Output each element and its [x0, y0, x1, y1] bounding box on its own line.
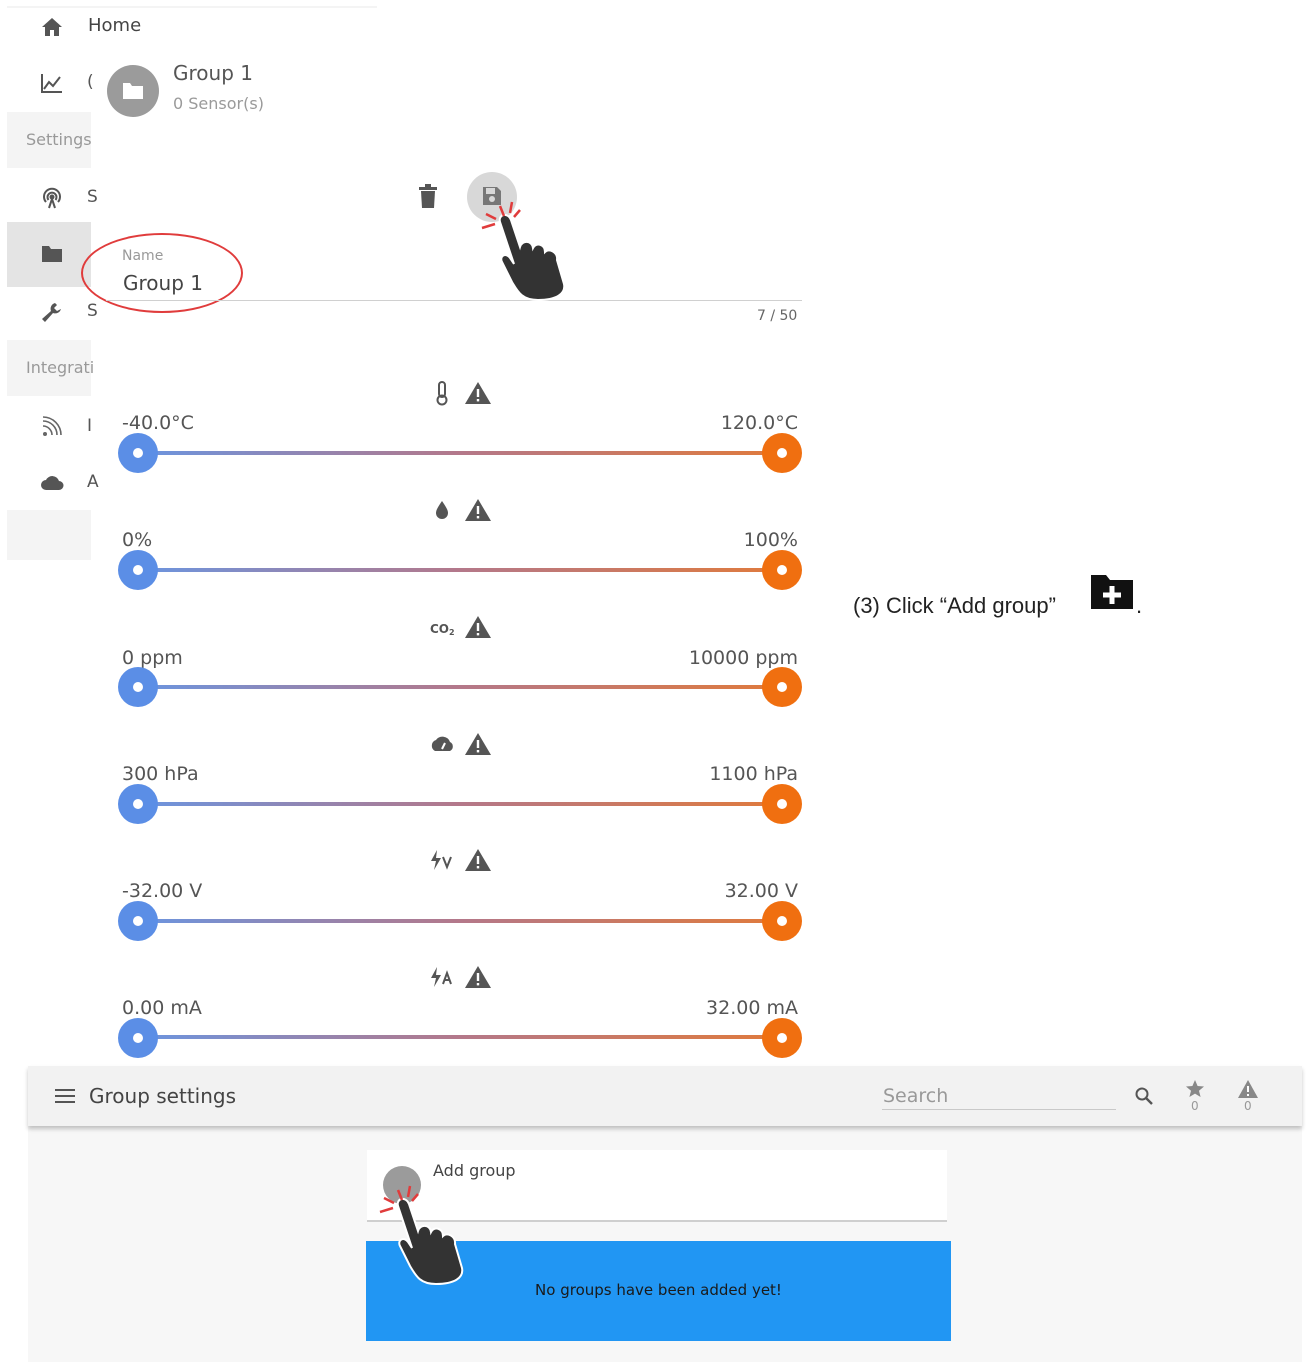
sidebar-item-home[interactable] [7, 2, 91, 52]
name-field[interactable]: Group 1 [123, 271, 203, 295]
search-input[interactable]: Search [883, 1085, 948, 1107]
sidebar-item-tools[interactable]: S [7, 287, 98, 337]
svg-text:2: 2 [449, 628, 455, 637]
slider-max-label: 32.00 mA [706, 997, 798, 1019]
section-title: Integrati [26, 358, 95, 377]
slider-min-handle[interactable] [118, 901, 158, 941]
humidity-drop-icon [428, 497, 456, 527]
sidebar-item-label: S [87, 187, 98, 207]
range-slider-track[interactable] [138, 568, 782, 572]
instruction-period: . [1136, 593, 1143, 618]
slider-max-label: 32.00 V [724, 880, 798, 902]
slider-min-label: 0.00 mA [122, 997, 202, 1019]
warning-icon[interactable] [1237, 1079, 1259, 1099]
name-field-underline [106, 300, 802, 301]
co2-icon: CO 2 [428, 614, 456, 644]
warning-icon[interactable] [464, 380, 492, 410]
cloud-icon [40, 472, 64, 494]
page-title: Group settings [89, 1084, 237, 1108]
slider-min-label: 0% [122, 529, 153, 551]
warning-icon[interactable] [464, 964, 492, 994]
folder-icon [40, 243, 64, 265]
slider-min-handle[interactable] [118, 550, 158, 590]
sidebar-item-cloud[interactable]: A [7, 458, 99, 508]
slider-max-label: 100% [743, 529, 798, 551]
trash-icon [419, 184, 437, 208]
pressure-gauge-icon [428, 731, 456, 761]
warning-icon[interactable] [464, 614, 492, 644]
search-underline [882, 1109, 1116, 1110]
thermometer-icon [428, 380, 456, 410]
group-title: Group 1 [173, 61, 253, 85]
menu-icon[interactable] [55, 1088, 75, 1104]
svg-text:CO: CO [430, 622, 449, 636]
favorites-count: 0 [1191, 1099, 1199, 1113]
antenna-icon [40, 187, 64, 209]
slider-max-handle[interactable] [762, 550, 802, 590]
name-field-label: Name [122, 248, 164, 264]
sidebar-section-integrations: Integrati [7, 340, 95, 396]
name-char-counter: 7 / 50 [757, 308, 798, 324]
slider-max-handle[interactable] [762, 784, 802, 824]
group-avatar [107, 65, 159, 117]
sidebar-item-label: S [87, 301, 98, 321]
wrench-icon [40, 301, 64, 323]
warning-icon[interactable] [464, 847, 492, 877]
slider-max-handle[interactable] [762, 433, 802, 473]
slider-min-handle[interactable] [118, 1018, 158, 1058]
sidebar-item-feed[interactable]: I [7, 402, 93, 452]
slider-max-label: 1100 hPa [709, 763, 798, 785]
delete-button[interactable] [416, 182, 440, 210]
slider-min-label: 300 hPa [122, 763, 199, 785]
sidebar-section-settings: Settings [7, 112, 92, 168]
slider-min-label: 0 ppm [122, 647, 183, 669]
sidebar-item-label: A [87, 472, 99, 492]
sidebar-item-label: ( [87, 72, 94, 92]
hand-pointer-icon [376, 1176, 476, 1290]
instruction-text: (3) Click “Add group” [853, 593, 1056, 619]
home-icon [40, 16, 64, 38]
warning-icon[interactable] [464, 731, 492, 761]
range-slider-track[interactable] [138, 685, 782, 689]
slider-min-handle[interactable] [118, 433, 158, 473]
star-icon[interactable] [1185, 1079, 1205, 1099]
slider-max-handle[interactable] [762, 667, 802, 707]
folder-icon [123, 83, 143, 99]
group-sensor-count: 0 Sensor(s) [173, 94, 264, 113]
section-title: Settings [26, 130, 92, 149]
sidebar: ( Settings S S Integrati I A [7, 0, 99, 560]
range-slider-track[interactable] [138, 802, 782, 806]
add-folder-icon [1090, 574, 1134, 610]
instruction-label: (3) Click “Add group” [853, 593, 1056, 618]
sidebar-item-sensors[interactable]: S [7, 173, 98, 223]
slider-max-label: 120.0°C [720, 412, 798, 434]
rss-icon [40, 416, 64, 438]
range-slider-track[interactable] [138, 1035, 782, 1039]
sidebar-item-home-label[interactable]: Home [88, 15, 141, 36]
sidebar-item-groups[interactable] [7, 222, 91, 287]
slider-min-handle[interactable] [118, 784, 158, 824]
range-slider-track[interactable] [138, 451, 782, 455]
line-chart-icon [40, 72, 64, 94]
range-slider-track[interactable] [138, 919, 782, 923]
slider-min-label: -40.0°C [122, 412, 194, 434]
slider-max-label: 10000 ppm [688, 647, 798, 669]
sidebar-item-label: I [87, 416, 93, 436]
slider-min-handle[interactable] [118, 667, 158, 707]
sidebar-footer [7, 510, 91, 560]
slider-max-handle[interactable] [762, 1018, 802, 1058]
voltage-icon [428, 847, 456, 877]
slider-max-handle[interactable] [762, 901, 802, 941]
sidebar-item-charts[interactable]: ( [7, 58, 94, 108]
alerts-count: 0 [1244, 1099, 1252, 1113]
hand-pointer-icon [478, 192, 578, 306]
search-icon[interactable] [1134, 1086, 1154, 1106]
warning-icon[interactable] [464, 497, 492, 527]
current-icon [428, 964, 456, 994]
slider-min-label: -32.00 V [122, 880, 203, 902]
